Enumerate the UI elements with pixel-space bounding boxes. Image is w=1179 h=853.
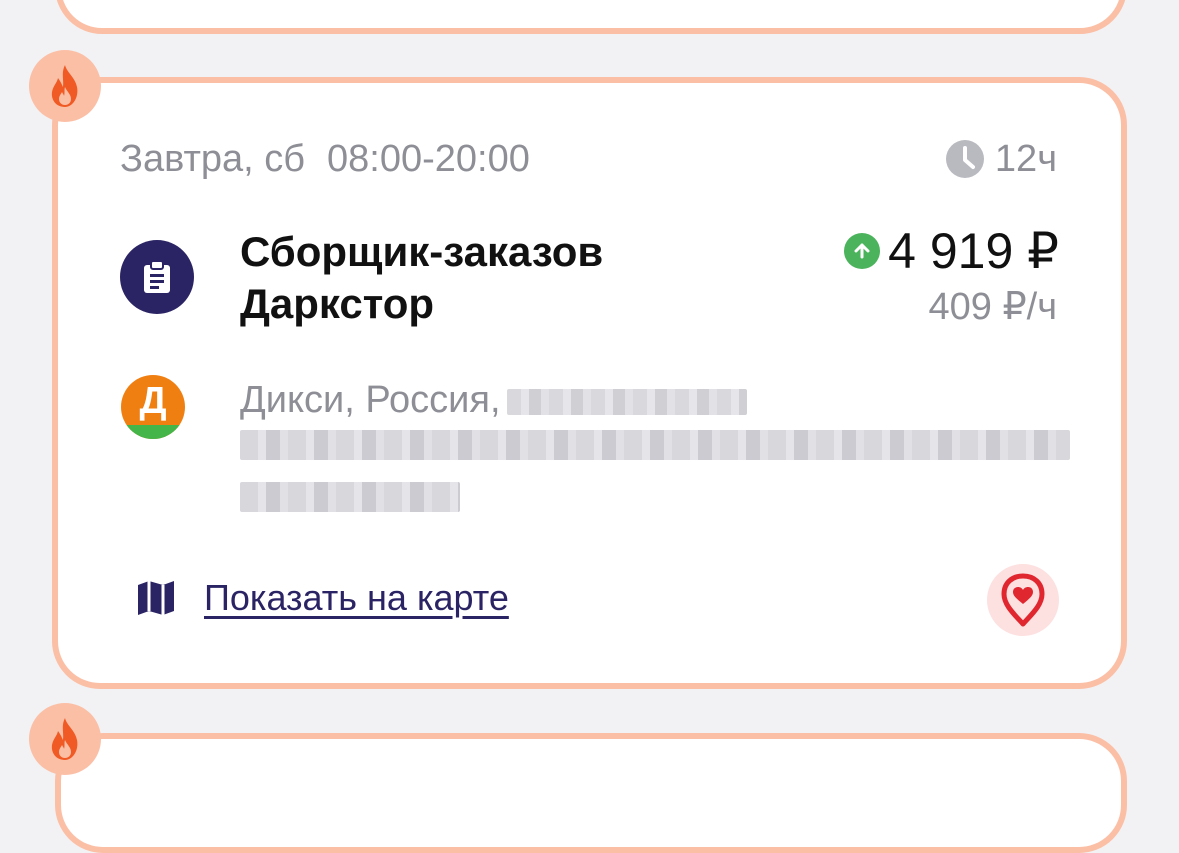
- fire-icon: [51, 718, 78, 760]
- address-redacted-line: [240, 482, 460, 512]
- shift-card-next[interactable]: [55, 733, 1127, 853]
- clipboard-icon: [144, 260, 170, 293]
- shift-date-time: Завтра, сб 08:00-20:00: [120, 137, 530, 181]
- job-title: Сборщик-заказов Даркстор: [240, 228, 604, 327]
- address-redacted: [506, 388, 747, 415]
- pay-rate: 409 ₽/ч: [928, 286, 1058, 328]
- map-icon[interactable]: [136, 581, 176, 615]
- store-logo-smile: [121, 425, 185, 439]
- shift-duration: 12ч: [945, 137, 1057, 181]
- shift-date: Завтра, сб: [120, 138, 305, 180]
- duration-text: 12ч: [994, 138, 1057, 180]
- shift-card-previous[interactable]: [55, 0, 1127, 34]
- heart-pin-icon: [1001, 573, 1045, 627]
- address-text: Дикси, Россия,: [240, 379, 501, 421]
- hot-badge-next: [29, 703, 101, 775]
- pay-total: 4 919 ₽: [888, 223, 1059, 279]
- arrow-up-icon: [844, 233, 881, 269]
- job-icon-circle: [120, 240, 194, 314]
- fire-icon: [51, 65, 78, 107]
- dixy-logo: Д: [121, 375, 185, 439]
- store-address: Дикси, Россия,: [240, 377, 1070, 423]
- shift-time-range: 08:00-20:00: [327, 138, 530, 180]
- clock-icon: [945, 140, 984, 178]
- favorite-button[interactable]: [987, 564, 1059, 636]
- hot-badge: [29, 50, 101, 122]
- pay-total-row: 4 919 ₽: [844, 222, 1059, 280]
- store-logo-letter: Д: [139, 380, 167, 422]
- show-on-map-link[interactable]: Показать на карте: [204, 576, 509, 620]
- address-redacted-line: [240, 430, 1070, 460]
